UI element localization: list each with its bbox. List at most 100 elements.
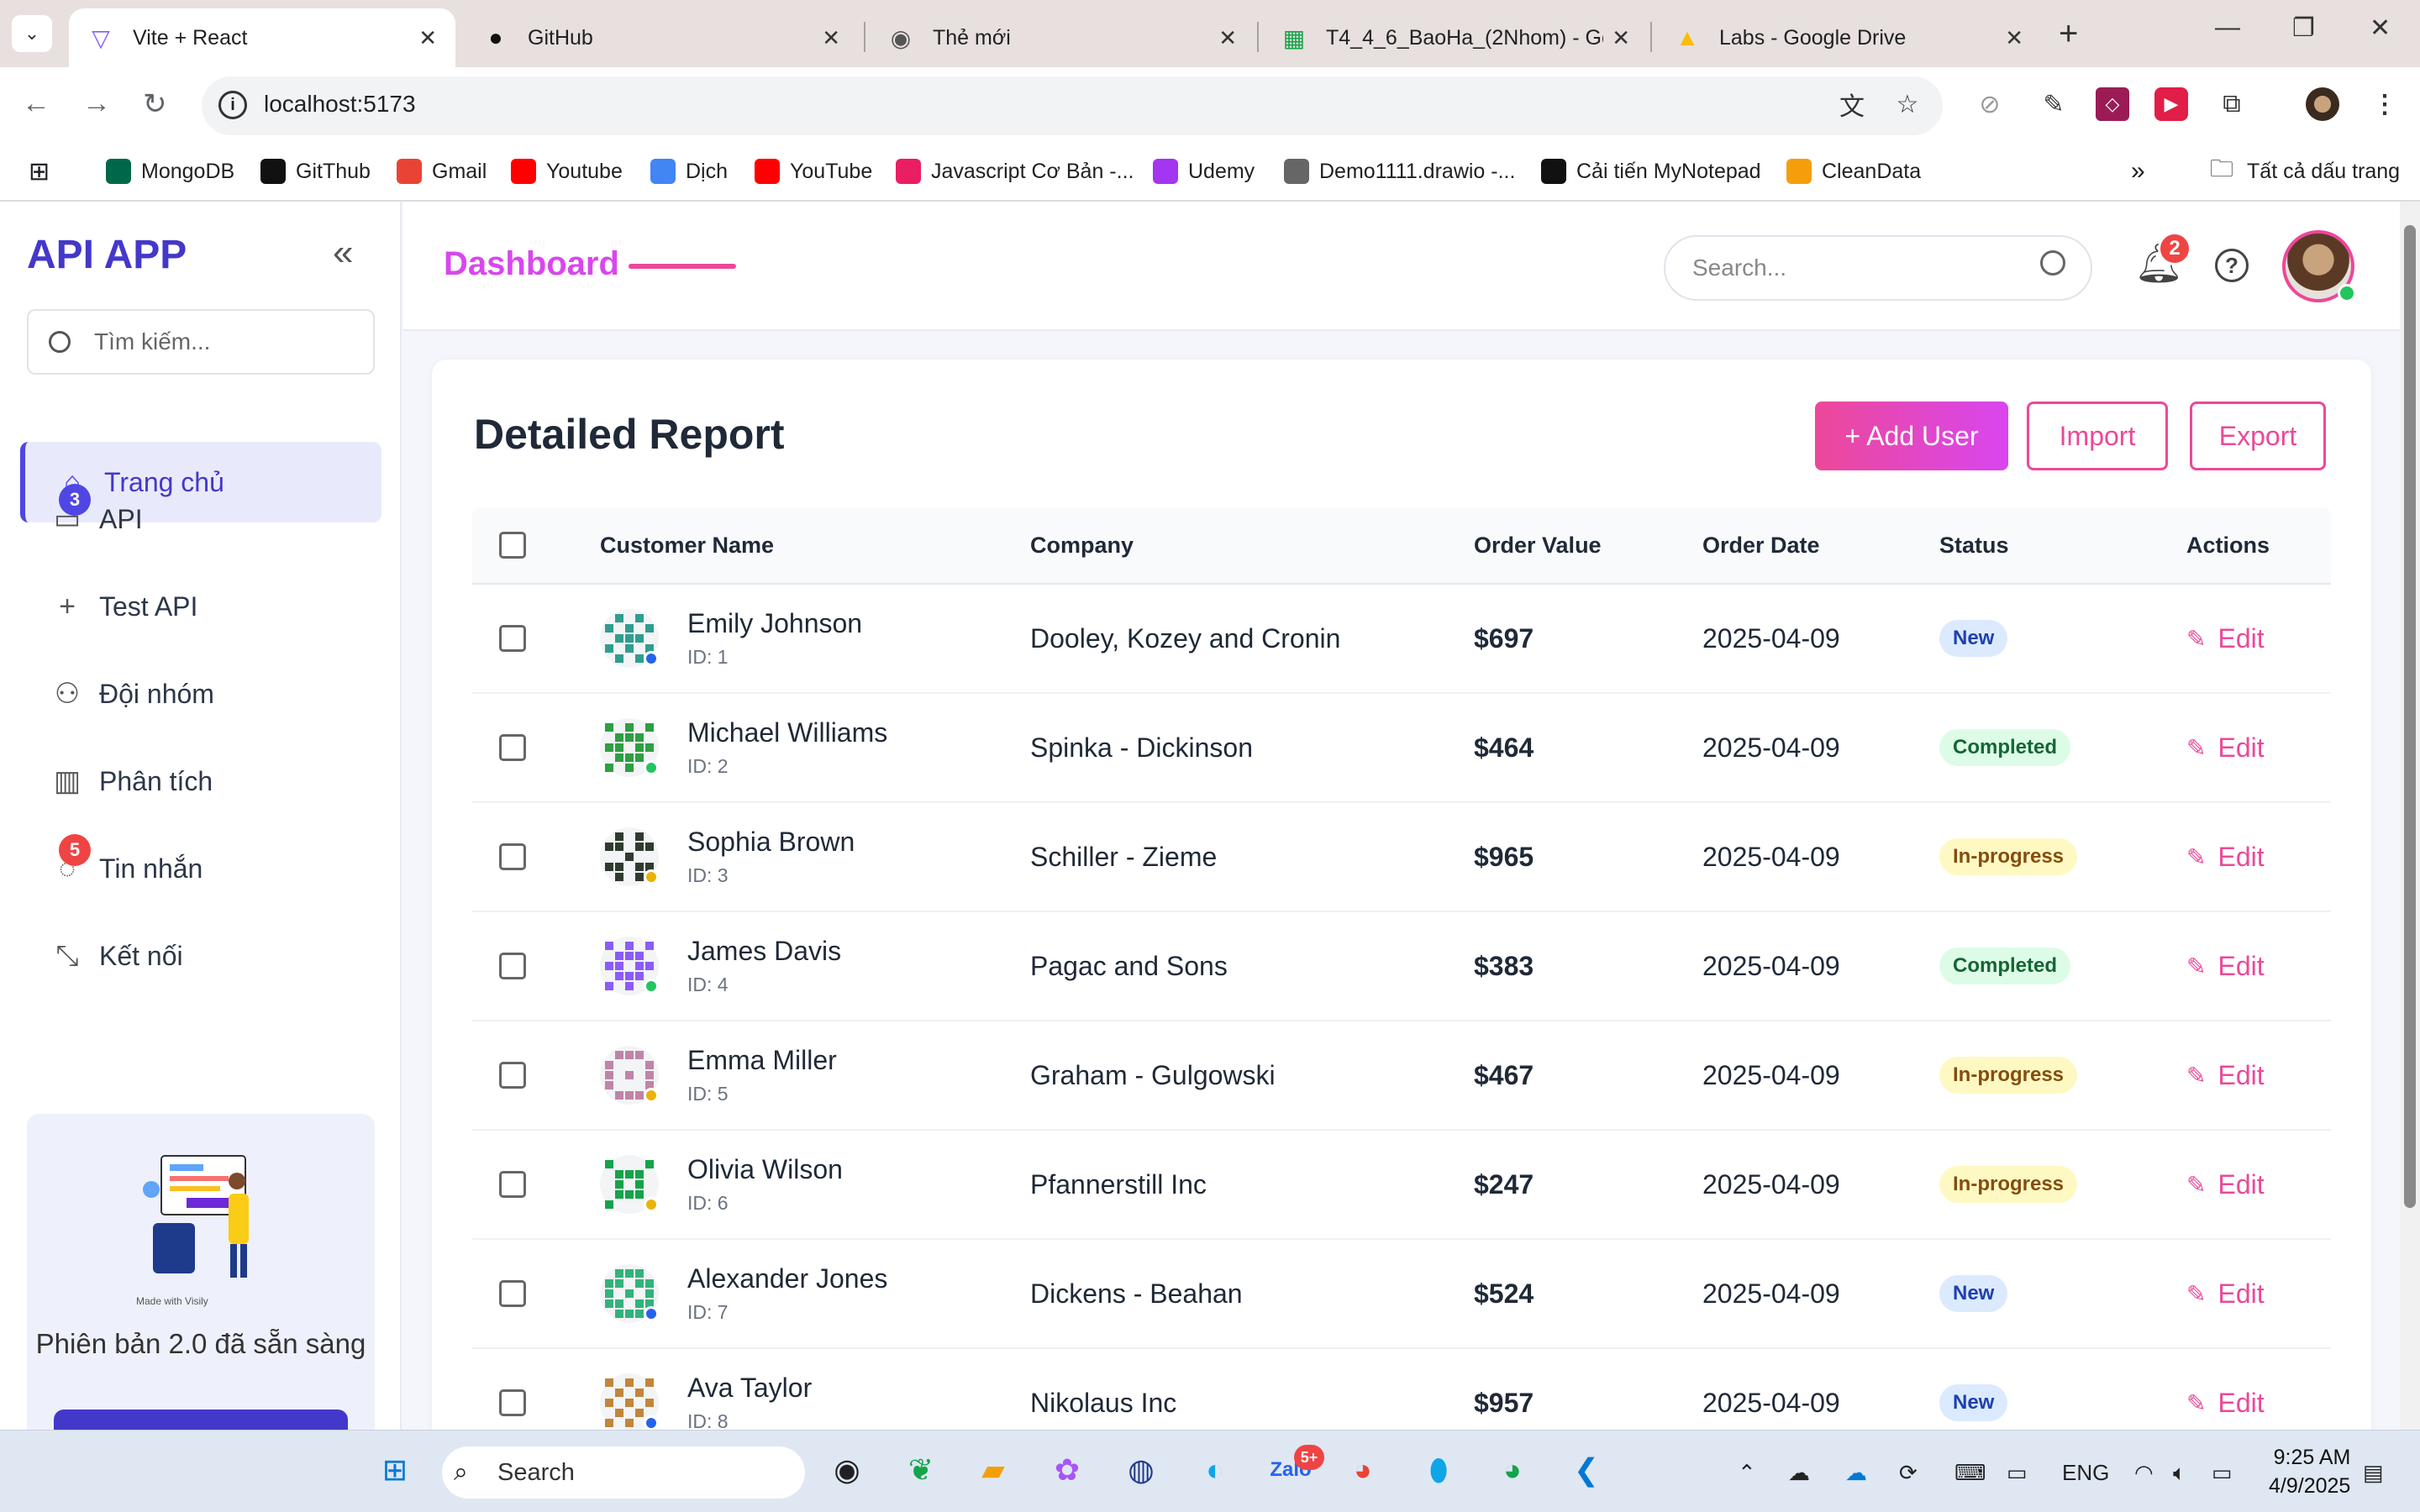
chrome-alt-icon[interactable]: ◕ [1492, 1450, 1533, 1490]
cloud-icon[interactable]: ☁ [1845, 1460, 1867, 1486]
bookmark-item[interactable]: Demo1111.drawio -... [1284, 155, 1515, 188]
obs-icon[interactable]: ◉ [827, 1450, 867, 1490]
close-tab-icon[interactable]: ✕ [1612, 25, 1630, 51]
chrome-icon[interactable]: ◕ [1343, 1450, 1383, 1490]
wifi-icon[interactable]: ◠ [2134, 1460, 2154, 1486]
select-all-checkbox[interactable] [499, 532, 526, 559]
edit-button[interactable]: ✎ Edit [2186, 842, 2265, 873]
bookmark-item[interactable]: Dịch [650, 155, 728, 188]
bookmark-item[interactable]: Youtube [511, 155, 623, 188]
bookmark-item[interactable]: MongoDB [106, 155, 234, 188]
sidebar-item-3[interactable]: ⚇ Đội nhóm [20, 654, 381, 734]
sync-icon[interactable]: ⟳ [1899, 1460, 1918, 1486]
edge-icon[interactable]: ◐ [1195, 1450, 1235, 1490]
eyedropper-icon[interactable]: ✎ [2037, 87, 2070, 121]
column-header-order-value[interactable]: Order Value [1474, 507, 1602, 583]
mongodb-compass-icon[interactable]: ❦ [901, 1450, 941, 1490]
bookmark-item[interactable]: Javascript Cơ Bản -... [896, 155, 1134, 188]
column-header-order-date[interactable]: Order Date [1702, 507, 1820, 583]
column-header-customer[interactable]: Customer Name [600, 507, 774, 583]
battery-icon[interactable]: ▭ [2212, 1460, 2233, 1486]
back-icon[interactable]: ← [22, 87, 50, 120]
sidebar-item-1[interactable]: ▭ 3 API [20, 479, 381, 559]
volume-icon[interactable]: 🔈︎ [2173, 1460, 2186, 1487]
header-search-input[interactable]: Search... [1664, 235, 2092, 301]
new-tab-button[interactable]: + [2059, 15, 2078, 53]
file-explorer-icon[interactable]: ▰ [973, 1450, 1013, 1490]
copilot-icon[interactable]: ✿ [1047, 1450, 1087, 1490]
sidebar-search-input[interactable]: Tìm kiếm... [27, 309, 375, 375]
apps-grid-icon[interactable]: ⊞ [29, 155, 50, 188]
edit-button[interactable]: ✎ Edit [2186, 1388, 2265, 1419]
edit-button[interactable]: ✎ Edit [2186, 1278, 2265, 1310]
site-info-icon[interactable]: i [218, 91, 247, 119]
close-tab-icon[interactable]: ✕ [2005, 25, 2023, 51]
all-bookmarks-folder[interactable]: 🗀 Tất cả dấu trang [2210, 155, 2400, 188]
sidebar-item-4[interactable]: ▥ Phân tích [20, 741, 381, 822]
edit-button[interactable]: ✎ Edit [2186, 1169, 2265, 1200]
taskbar-search[interactable]: Search [442, 1446, 805, 1499]
windows-start-icon[interactable]: ⊞ [375, 1450, 415, 1490]
translate-icon[interactable]: ⽂ [1835, 87, 1869, 121]
add-user-button[interactable]: + Add User [1815, 402, 2008, 470]
row-checkbox[interactable] [499, 1171, 526, 1198]
promo-button[interactable] [54, 1410, 348, 1430]
forward-icon[interactable]: → [82, 87, 111, 120]
bookmark-item[interactable]: GitThub [260, 155, 371, 188]
eclipse-icon[interactable]: ◍ [1121, 1450, 1161, 1490]
address-bar[interactable] [202, 76, 1943, 135]
sidebar-item-5[interactable]: ◌ 5 Tin nhắn [20, 828, 381, 909]
tray-chevron-icon[interactable]: ⌃ [1738, 1460, 1756, 1486]
column-header-status[interactable]: Status [1939, 507, 2009, 583]
tab-2[interactable]: ◉ Thẻ mới ✕ [869, 8, 1255, 67]
chrome-menu-icon[interactable]: ⋮ [2368, 87, 2402, 121]
edit-button[interactable]: ✎ Edit [2186, 623, 2265, 654]
bookmark-item[interactable]: CleanData [1786, 155, 1921, 188]
edit-button[interactable]: ✎ Edit [2186, 951, 2265, 982]
tab-1[interactable]: ● GitHub ✕ [464, 8, 859, 67]
sidebar-item-6[interactable]: ⤡ Kết nối [20, 916, 381, 996]
vscode-icon[interactable]: ❮ [1566, 1450, 1607, 1490]
extension-media-icon[interactable]: ▶ [2154, 87, 2188, 121]
help-icon[interactable]: ? [2215, 249, 2249, 282]
bookmark-item[interactable]: YouTube [755, 155, 872, 188]
close-window-button[interactable]: ✕ [2370, 13, 2391, 43]
profile-avatar[interactable] [2306, 87, 2339, 121]
bookmark-item[interactable]: Gmail [397, 155, 487, 188]
collapse-sidebar-icon[interactable]: « [333, 232, 353, 274]
search-icon[interactable] [2040, 250, 2065, 276]
keyboard-icon[interactable]: ⌨ [1954, 1460, 1986, 1486]
tab-4[interactable]: ▲ Labs - Google Drive ✕ [1655, 8, 2042, 67]
tab-3[interactable]: ▦ T4_4_6_BaoHa_(2Nhom) - Goog ✕ [1262, 8, 1649, 67]
extension-compass-icon[interactable]: ⊘ [1973, 87, 2007, 121]
tab-0[interactable]: ▽ Vite + React ✕ [69, 8, 455, 67]
bookmark-item[interactable]: Cải tiến MyNotepad [1541, 155, 1761, 188]
row-checkbox[interactable] [499, 625, 526, 652]
close-tab-icon[interactable]: ✕ [1218, 25, 1237, 51]
display-icon[interactable]: ▭ [2007, 1460, 2028, 1486]
scrollbar-thumb[interactable] [2404, 225, 2416, 1208]
extension-graphql-icon[interactable]: ◇ [2096, 87, 2129, 121]
reload-icon[interactable]: ↻ [143, 87, 167, 121]
restore-button[interactable]: ❐ [2292, 13, 2315, 43]
notification-center-icon[interactable]: ▤ [2363, 1460, 2384, 1486]
row-checkbox[interactable] [499, 1389, 526, 1416]
url-text[interactable]: localhost:5173 [264, 91, 416, 118]
language-indicator[interactable]: ENG [2062, 1460, 2109, 1486]
export-button[interactable]: Export [2190, 402, 2326, 470]
bookmark-item[interactable]: Udemy [1153, 155, 1255, 188]
tab-search-menu-button[interactable]: ⌄ [12, 15, 52, 52]
import-button[interactable]: Import [2027, 402, 2168, 470]
column-header-company[interactable]: Company [1030, 507, 1134, 583]
edit-button[interactable]: ✎ Edit [2186, 732, 2265, 764]
sidebar-item-2[interactable]: + Test API [20, 566, 381, 647]
row-checkbox[interactable] [499, 734, 526, 761]
minimize-button[interactable]: — [2215, 13, 2240, 42]
app-icon[interactable]: ⬮ [1418, 1450, 1459, 1490]
row-checkbox[interactable] [499, 843, 526, 870]
row-checkbox[interactable] [499, 1280, 526, 1307]
clock[interactable]: 9:25 AM 4/9/2025 [2269, 1443, 2350, 1500]
row-checkbox[interactable] [499, 953, 526, 979]
onedrive-icon[interactable]: ☁ [1788, 1460, 1810, 1486]
more-bookmarks-icon[interactable]: » [2131, 155, 2145, 188]
